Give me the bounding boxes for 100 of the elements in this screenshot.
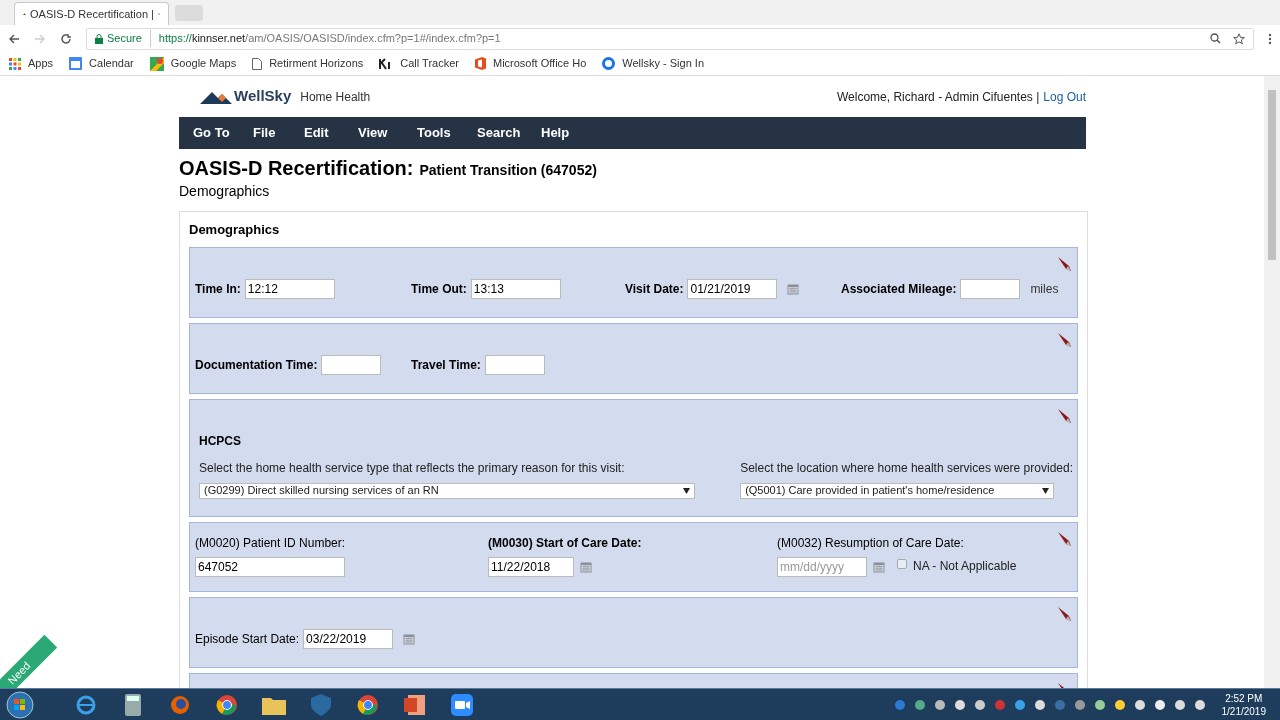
section-title: Demographics: [189, 221, 281, 239]
field-label: Select the location where home health services were provided:: [740, 459, 1073, 477]
globe-icon[interactable]: [74, 693, 97, 716]
bookmark-link[interactable]: Calendar: [89, 55, 134, 72]
field-label: (M0032) Resumption of Care Date:: [777, 534, 965, 552]
browser-tab[interactable]: OASIS-D Recertification |: [14, 2, 169, 25]
page-icon: [252, 57, 263, 70]
fox-globe-icon[interactable]: [168, 693, 191, 716]
input-field[interactable]: 647052: [195, 556, 345, 577]
field-label: (M0020) Patient ID Number:: [195, 534, 347, 552]
reload-icon[interactable]: [60, 32, 72, 45]
pen-icon[interactable]: [1057, 331, 1073, 348]
clock-date: 1/21/2019: [1221, 704, 1266, 718]
address-bar[interactable]: Secure https://kinnser.net/am/OASIS/OASISD/index.cfm?p=1#/index.cfm?p=1: [86, 27, 1254, 50]
calculator-icon[interactable]: [124, 693, 141, 716]
tray-icon[interactable]: [1113, 698, 1126, 711]
welcome-text: Welcome, Richard - Admin Cifuentes |: [837, 88, 1040, 106]
mountain-logo-icon: [200, 89, 232, 104]
field-label: Travel Time:: [411, 356, 481, 374]
tray-icon[interactable]: [1073, 698, 1086, 711]
tray-icon[interactable]: [1013, 698, 1026, 711]
tray-icon[interactable]: [1153, 698, 1166, 711]
tray-icon[interactable]: [973, 698, 986, 711]
tray-icon[interactable]: [1133, 698, 1146, 711]
circle-logo-icon[interactable]: [356, 693, 379, 716]
input-field[interactable]: 11/22/2018: [488, 556, 574, 577]
bookmark-link[interactable]: Apps: [28, 55, 54, 72]
patient-name: Patient Transition (647052): [419, 163, 597, 177]
pen-icon[interactable]: [1057, 605, 1073, 622]
scrollbar-thumb[interactable]: [1268, 90, 1276, 260]
input-field[interactable]: 01/21/2019: [687, 278, 778, 299]
tray-icon[interactable]: [953, 698, 966, 711]
logout-link[interactable]: Log Out: [1043, 87, 1086, 106]
select-dropdown[interactable]: (Q5001) Care provided in patient's home/residence: [740, 482, 1055, 499]
input-field[interactable]: 13:13: [470, 278, 561, 299]
menu-item[interactable]: Go To: [193, 123, 253, 143]
tray-icon[interactable]: [933, 698, 946, 711]
select-dropdown[interactable]: (G0299) Direct skilled nursing services of an RN: [199, 482, 695, 499]
bookmark-link[interactable]: Microsoft Office Ho: [493, 55, 587, 72]
lock-icon: [95, 33, 103, 44]
field-label: Documentation Time:: [195, 356, 318, 374]
apps-grid-icon: [9, 57, 21, 70]
url-text: https://kinnser.net/am/OASIS/OASISD/index.cfm?p=1#/index.cfm?p=1: [157, 31, 501, 47]
menu-item[interactable]: Edit: [304, 123, 358, 143]
field-label: (M0030) Start of Care Date:: [488, 534, 643, 552]
menu-item[interactable]: Tools: [417, 123, 477, 143]
bookmark-link[interactable]: Wellsky - Sign In: [622, 55, 705, 72]
checkbox-label: NA - Not Applicable: [913, 557, 1017, 575]
hcpcs-heading: HCPCS: [199, 432, 242, 450]
scrollbar[interactable]: [1264, 76, 1280, 688]
start-button-icon[interactable]: [6, 690, 34, 719]
dropdown-arrow-icon: [1042, 487, 1050, 494]
field-label: Episode Start Date:: [195, 630, 300, 648]
ring-icon: [602, 57, 616, 70]
brand-logo: WellSky: [234, 86, 292, 107]
clock-time: 2:52 PM: [1225, 691, 1263, 705]
bookmark-link[interactable]: Google Maps: [170, 55, 237, 72]
menu-icon[interactable]: [1268, 32, 1272, 45]
tray-icon[interactable]: [1173, 698, 1186, 711]
tray-icon[interactable]: [913, 698, 926, 711]
calendar-icon: [69, 57, 83, 70]
input-field[interactable]: [960, 278, 1021, 299]
checkbox[interactable]: [897, 558, 907, 569]
tray-icon[interactable]: [1093, 698, 1106, 711]
input-field[interactable]: 03/22/2019: [303, 628, 394, 649]
product-name: Home Health: [300, 88, 371, 106]
star-icon[interactable]: [1233, 32, 1245, 45]
field-label: Associated Mileage:: [841, 280, 957, 298]
input-field[interactable]: [484, 354, 545, 375]
secure-label: Secure: [107, 30, 151, 47]
unit-label: miles: [1030, 280, 1059, 298]
field-label: Time Out:: [411, 280, 467, 298]
bookmark-link[interactable]: Retirment Horizons: [269, 55, 364, 72]
page-subtitle: Demographics: [179, 182, 271, 201]
menu-item[interactable]: View: [358, 123, 417, 143]
field-label: Visit Date:: [625, 280, 684, 298]
pen-icon[interactable]: [1057, 530, 1073, 547]
menu-item[interactable]: File: [253, 123, 304, 143]
menu-item[interactable]: Search: [477, 123, 541, 143]
menu-item[interactable]: Help: [541, 123, 591, 143]
pen-icon[interactable]: [1057, 407, 1073, 424]
field-label: Time In:: [195, 280, 241, 298]
map-icon: [149, 56, 164, 71]
tray-icon[interactable]: [1193, 698, 1206, 711]
page-title: OASIS-D Recertification:: [179, 158, 414, 178]
slides-icon[interactable]: [403, 693, 426, 716]
field-label: Select the home health service type that reflects the primary reason for this visit:: [199, 459, 626, 477]
zoom-icon[interactable]: [1210, 33, 1221, 44]
input-field[interactable]: 12:12: [244, 278, 335, 299]
video-camera-icon[interactable]: [450, 693, 473, 716]
circle-logo-icon[interactable]: [215, 693, 238, 716]
tray-icon[interactable]: [1033, 698, 1046, 711]
date-field[interactable]: mm/dd/yyyy: [777, 556, 867, 577]
input-field[interactable]: [321, 354, 382, 375]
pen-icon[interactable]: [1057, 255, 1073, 272]
bookmark-link[interactable]: Call Tracker: [400, 55, 459, 72]
tab-title: OASIS-D Recertification |: [30, 6, 154, 22]
dropdown-arrow-icon: [683, 487, 690, 494]
back-icon[interactable]: [8, 32, 20, 45]
office-icon: [475, 57, 486, 70]
